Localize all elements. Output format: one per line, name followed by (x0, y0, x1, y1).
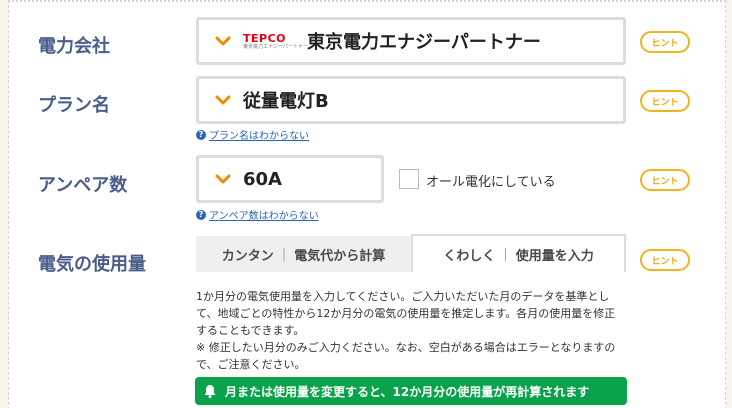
plan-select[interactable]: 従量電灯B (196, 76, 626, 124)
bell-icon (195, 384, 225, 398)
plan-help-link[interactable]: ? プラン名はわからない (196, 127, 309, 142)
usage-description-note: ※ 修正したい月分のみご入力ください。なお、空白がある場合はエラーとなりますので… (196, 341, 616, 371)
plan-hint-button[interactable]: ヒント (640, 90, 690, 112)
chevron-down-icon (215, 171, 231, 187)
ampere-select[interactable]: 60A (196, 155, 384, 203)
ampere-selected-value: 60A (243, 168, 282, 190)
company-label: 電力会社 (38, 36, 110, 57)
recalc-notice: 月または使用量を変更すると、12か月分の使用量が再計算されます (195, 377, 627, 405)
top-divider (8, 0, 726, 2)
tab-simple[interactable]: カンタン | 電気代から計算 (196, 236, 411, 272)
plan-help-text: プラン名はわからない (209, 131, 309, 142)
company-select[interactable]: TEPCO 東京電力エナジーパートナー 東京電力エナジーパートナー (196, 17, 626, 65)
recalc-notice-text: 月または使用量を変更すると、12か月分の使用量が再計算されます (225, 384, 590, 399)
all-electric-label: オール電化にしている (426, 175, 556, 190)
ampere-label: アンペア数 (38, 175, 128, 196)
chevron-down-icon (215, 92, 231, 108)
question-icon: ? (196, 129, 206, 140)
all-electric-checkbox[interactable] (399, 169, 419, 189)
company-hint-button[interactable]: ヒント (640, 31, 690, 53)
tab-detailed[interactable]: くわしく | 使用量を入力 (411, 234, 626, 272)
usage-label: 電気の使用量 (38, 254, 146, 275)
usage-description: 1か月分の電気使用量を入力してください。ご入力いただいた月のデータを基準として、… (196, 288, 616, 373)
ampere-hint-button[interactable]: ヒント (640, 169, 690, 191)
tepco-logo: TEPCO 東京電力エナジーパートナー (243, 31, 308, 50)
usage-tabs: カンタン | 電気代から計算 くわしく | 使用量を入力 (196, 234, 626, 272)
usage-description-main: 1か月分の電気使用量を入力してください。ご入力いただいた月のデータを基準として、… (196, 290, 616, 337)
plan-selected-value: 従量電灯B (243, 91, 329, 112)
ampere-help-text: アンペア数はわからない (209, 211, 319, 222)
chevron-down-icon (215, 33, 231, 49)
company-selected-value: 東京電力エナジーパートナー (307, 32, 541, 53)
plan-label: プラン名 (38, 95, 110, 116)
usage-hint-button[interactable]: ヒント (640, 249, 690, 271)
ampere-help-link[interactable]: ? アンペア数はわからない (196, 207, 319, 222)
question-icon: ? (196, 209, 206, 220)
